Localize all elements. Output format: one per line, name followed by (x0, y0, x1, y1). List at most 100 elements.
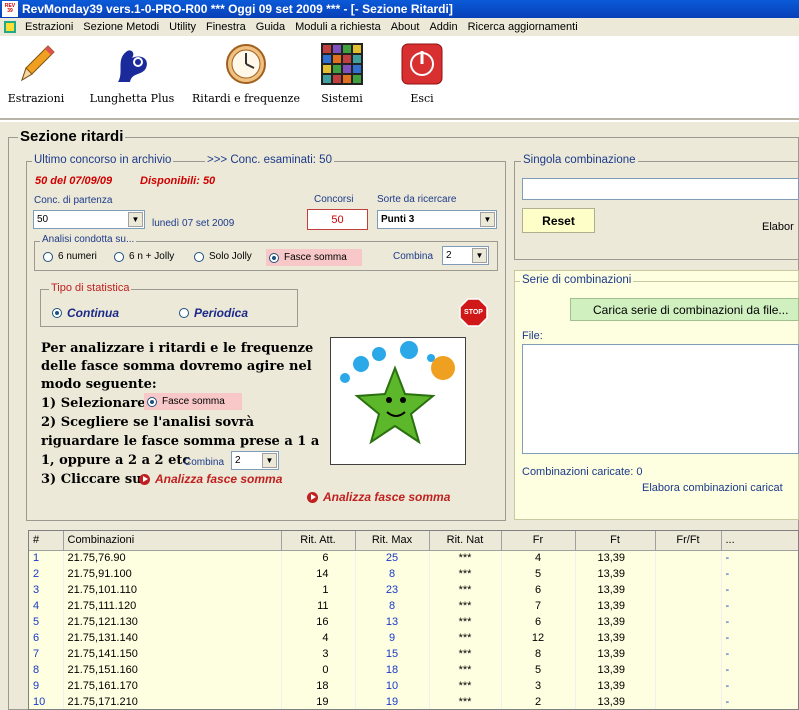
col-ft[interactable]: Ft (575, 531, 656, 551)
toolbar-lunghetta-button[interactable]: Lunghetta Plus (86, 42, 178, 105)
sorte-select[interactable]: Punti 3 ▼ (377, 210, 497, 229)
row-fr: 8 (501, 646, 576, 662)
radio-periodica[interactable]: Periodica (179, 306, 248, 320)
row-index: 4 (29, 598, 64, 614)
table-row[interactable]: 1 21.75,76.90 6 25 *** 4 13,39 - (29, 550, 798, 566)
table-row[interactable]: 5 21.75,121.130 16 13 *** 6 13,39 - (29, 614, 798, 630)
table-row[interactable]: 7 21.75,141.150 3 15 *** 8 13,39 - (29, 646, 798, 662)
row-rit-nat: *** (429, 598, 502, 614)
play-icon (307, 491, 318, 503)
row-fr: 12 (501, 630, 576, 646)
row-ft: 13,39 (575, 566, 656, 582)
row-rit-max: 8 (355, 598, 430, 614)
radio-solo-jolly[interactable]: Solo Jolly (194, 251, 252, 262)
radio-fasce-somma[interactable]: Fasce somma (266, 249, 362, 266)
reset-button[interactable]: Reset (522, 208, 595, 233)
singola-input[interactable] (522, 178, 799, 200)
row-combinazione: 21.75,121.130 (63, 614, 282, 630)
row-rit-att: 14 (281, 566, 356, 582)
concorsi-label: Concorsi (314, 194, 354, 205)
row-fr: 6 (501, 582, 576, 598)
analizza-fasce-somma-button[interactable]: Analizza fasce somma (307, 490, 450, 504)
table-row[interactable]: 6 21.75,131.140 4 9 *** 12 13,39 - (29, 630, 798, 646)
instructions-combina-label: Combina (184, 457, 225, 468)
toolbar-ritardi-button[interactable]: Ritardi e frequenze (190, 42, 302, 105)
table-row[interactable]: 3 21.75,101.110 1 23 *** 6 13,39 - (29, 582, 798, 598)
conc-partenza-select[interactable]: 50 ▼ (33, 210, 145, 229)
file-textarea[interactable] (522, 344, 799, 454)
col-fr[interactable]: Fr (501, 531, 576, 551)
col-fr-ft[interactable]: Fr/Ft (655, 531, 722, 551)
row-rit-max: 9 (355, 630, 430, 646)
row-index: 8 (29, 662, 64, 678)
row-rit-att: 3 (281, 646, 356, 662)
app-icon: REV 39 (2, 1, 18, 17)
radio-6n-jolly[interactable]: 6 n + Jolly (114, 251, 174, 262)
col-more[interactable]: ... (721, 531, 798, 551)
menu-ricerca-aggiornamenti[interactable]: Ricerca aggiornamenti (463, 21, 583, 33)
row-fr: 5 (501, 662, 576, 678)
concorsi-input[interactable]: 50 (307, 209, 368, 230)
chevron-down-icon: ▼ (128, 212, 143, 227)
row-index: 6 (29, 630, 64, 646)
elabora-singola-button[interactable]: Elabor (762, 221, 794, 233)
row-fr: 2 (501, 694, 576, 709)
row-rit-att: 16 (281, 614, 356, 630)
row-ft: 13,39 (575, 582, 656, 598)
menu-addin[interactable]: Addin (424, 21, 462, 33)
file-label: File: (522, 330, 543, 342)
toolbar-esci-button[interactable]: Esci (398, 42, 446, 105)
combina-select[interactable]: 2 ▼ (442, 246, 489, 265)
col-rit-att[interactable]: Rit. Att. (281, 531, 356, 551)
instructions-line4: 1) Selezionare (41, 396, 146, 411)
menu-estrazioni[interactable]: Estrazioni (20, 21, 78, 33)
table-row[interactable]: 4 21.75,111.120 11 8 *** 7 13,39 - (29, 598, 798, 614)
row-fr-ft (655, 566, 722, 582)
lottery-hand-icon (110, 42, 154, 86)
elabora-serie-button[interactable]: Elabora combinazioni caricat (642, 482, 783, 494)
esaminati-label: >>> Conc. esaminati: 50 (205, 154, 334, 166)
radio-6-numeri[interactable]: 6 numeri (43, 251, 97, 262)
combinazioni-caricate: Combinazioni caricate: 0 (522, 466, 643, 478)
col-rit-max[interactable]: Rit. Max (355, 531, 430, 551)
row-more: - (721, 614, 798, 630)
row-index: 5 (29, 614, 64, 630)
row-rit-nat: *** (429, 566, 502, 582)
row-fr-ft (655, 694, 722, 709)
col-rit-nat[interactable]: Rit. Nat (429, 531, 502, 551)
menu-moduli[interactable]: Moduli a richiesta (290, 21, 386, 33)
table-row[interactable]: 2 21.75,91.100 14 8 *** 5 13,39 - (29, 566, 798, 582)
row-fr-ft (655, 678, 722, 694)
row-more: - (721, 662, 798, 678)
singola-label: Singola combinazione (521, 154, 638, 166)
radio-continua[interactable]: Continua (52, 306, 119, 320)
table-row[interactable]: 8 21.75,151.160 0 18 *** 5 13,39 - (29, 662, 798, 678)
col-index[interactable]: # (29, 531, 64, 551)
row-index: 7 (29, 646, 64, 662)
row-rit-att: 4 (281, 630, 356, 646)
results-grid[interactable]: # Combinazioni Rit. Att. Rit. Max Rit. N… (28, 530, 799, 710)
menu-finestra[interactable]: Finestra (201, 21, 251, 33)
child-window-icon[interactable] (0, 18, 20, 36)
toolbar-estrazioni-button[interactable]: Estrazioni (6, 42, 66, 105)
row-rit-max: 8 (355, 566, 430, 582)
row-combinazione: 21.75,161.170 (63, 678, 282, 694)
menu-sezione-metodi[interactable]: Sezione Metodi (78, 21, 164, 33)
toolbar-sistemi-button[interactable]: Sistemi (314, 42, 370, 105)
menu-utility[interactable]: Utility (164, 21, 201, 33)
col-combinazioni[interactable]: Combinazioni (63, 531, 282, 551)
stop-button[interactable]: STOP (459, 298, 488, 327)
carica-serie-button[interactable]: Carica serie di combinazioni da file... (570, 298, 799, 321)
row-rit-att: 1 (281, 582, 356, 598)
row-fr-ft (655, 550, 722, 566)
row-rit-max: 15 (355, 646, 430, 662)
menu-about[interactable]: About (386, 21, 425, 33)
chevron-down-icon: ▼ (472, 248, 487, 263)
instructions-line3: modo seguente: (41, 377, 157, 392)
table-row[interactable]: 10 21.75,171.210 19 19 *** 2 13,39- (29, 694, 798, 709)
table-row[interactable]: 9 21.75,161.170 18 10 *** 3 13,39 - (29, 678, 798, 694)
row-more: - (721, 678, 798, 694)
row-index: 2 (29, 566, 64, 582)
row-fr: 5 (501, 566, 576, 582)
menu-guida[interactable]: Guida (251, 21, 290, 33)
